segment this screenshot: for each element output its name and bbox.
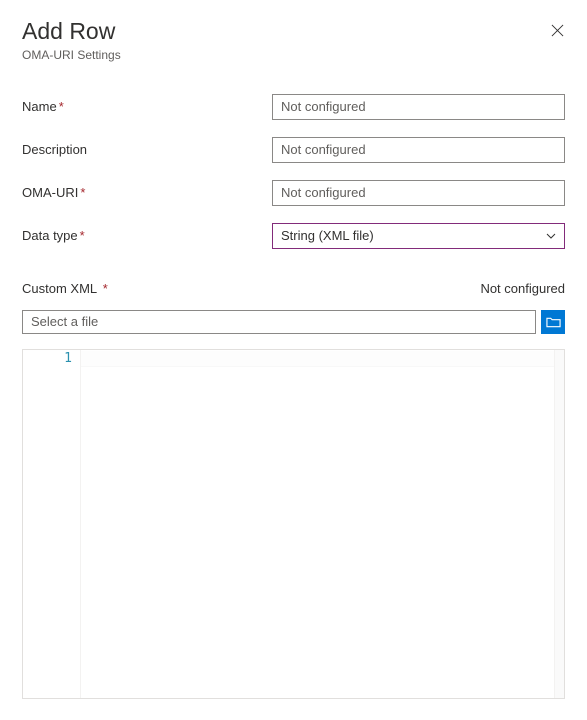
- file-select-input[interactable]: [22, 310, 536, 334]
- editor-content-area[interactable]: [81, 350, 554, 698]
- close-button[interactable]: [549, 22, 565, 38]
- required-asterisk: *: [80, 228, 85, 243]
- required-asterisk: *: [99, 281, 108, 296]
- folder-icon: [546, 316, 561, 328]
- oma-uri-label: OMA-URI*: [22, 185, 272, 200]
- line-number: 1: [23, 351, 72, 367]
- data-type-select[interactable]: String (XML file): [272, 223, 565, 249]
- oma-uri-input[interactable]: [272, 180, 565, 206]
- custom-xml-status: Not configured: [480, 281, 565, 296]
- editor-gutter: 1: [23, 350, 81, 698]
- editor-line: [81, 351, 554, 367]
- required-asterisk: *: [80, 185, 85, 200]
- name-input[interactable]: [272, 94, 565, 120]
- custom-xml-label: Custom XML *: [22, 281, 108, 296]
- description-label: Description: [22, 142, 272, 157]
- page-subtitle: OMA-URI Settings: [22, 48, 121, 62]
- editor-scrollbar[interactable]: [554, 350, 564, 698]
- page-title: Add Row: [22, 18, 121, 46]
- browse-file-button[interactable]: [541, 310, 565, 334]
- xml-editor[interactable]: 1: [22, 349, 565, 699]
- close-icon: [551, 24, 564, 37]
- data-type-label: Data type*: [22, 228, 272, 243]
- description-input[interactable]: [272, 137, 565, 163]
- name-label: Name*: [22, 99, 272, 114]
- required-asterisk: *: [59, 99, 64, 114]
